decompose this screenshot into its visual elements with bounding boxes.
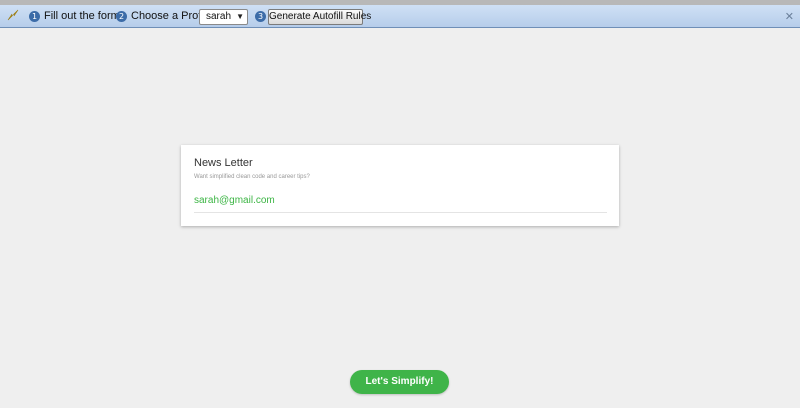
step-1: 1 Fill out the form. xyxy=(29,8,123,24)
email-field-underline xyxy=(194,212,607,213)
lightning-bolt-icon xyxy=(6,8,20,22)
email-field[interactable]: sarah@gmail.com xyxy=(194,195,275,206)
profile-select-value: sarah xyxy=(206,11,232,22)
step-2-badge: 2 xyxy=(116,10,127,22)
lets-simplify-button[interactable]: Let's Simplify! xyxy=(350,370,449,394)
page: 1 Fill out the form. 2 Choose a Profile:… xyxy=(0,0,800,408)
card-title: News Letter xyxy=(194,157,253,169)
newsletter-card: News Letter Want simplified clean code a… xyxy=(181,145,619,226)
close-icon[interactable]: ✕ xyxy=(785,10,794,23)
step-1-badge: 1 xyxy=(29,10,40,22)
card-subtitle: Want simplified clean code and career ti… xyxy=(194,174,310,180)
step-1-text: Fill out the form. xyxy=(44,10,123,22)
chevron-down-icon: ▼ xyxy=(236,12,244,21)
generate-autofill-rules-button[interactable]: Generate Autofill Rules xyxy=(268,9,371,25)
autofill-toolbar: 1 Fill out the form. 2 Choose a Profile:… xyxy=(0,5,800,28)
profile-select[interactable]: sarah ▼ xyxy=(199,9,248,25)
step-3-badge: 3 xyxy=(255,11,266,22)
